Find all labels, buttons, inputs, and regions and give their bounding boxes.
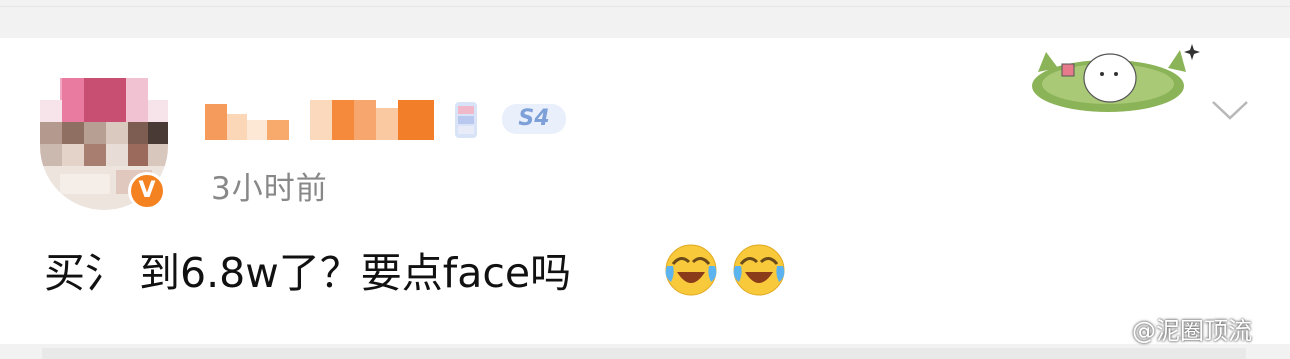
next-card-edge: [42, 348, 1246, 359]
fan-level-badge: S4: [502, 104, 566, 134]
verified-v-icon: V: [128, 172, 166, 210]
sleeping-cat-sticker: [1032, 44, 1200, 112]
post-text: 买氵 到6.8w了？要点face吗: [44, 249, 572, 297]
post-time: 3小时前: [211, 171, 328, 207]
laughing-crying-emoji-icon: [733, 244, 785, 296]
author-name-blurred[interactable]: [205, 100, 445, 144]
top-divider: [0, 6, 1290, 7]
laughing-crying-emoji-icon: [665, 244, 717, 296]
emoji-row: [663, 242, 793, 302]
watermark-text: @泥圈顶流: [1132, 316, 1252, 345]
chevron-down-icon[interactable]: [1210, 96, 1250, 126]
watermark: @泥圈顶流: [1090, 312, 1252, 345]
weibo-logo-icon: [1092, 313, 1128, 342]
